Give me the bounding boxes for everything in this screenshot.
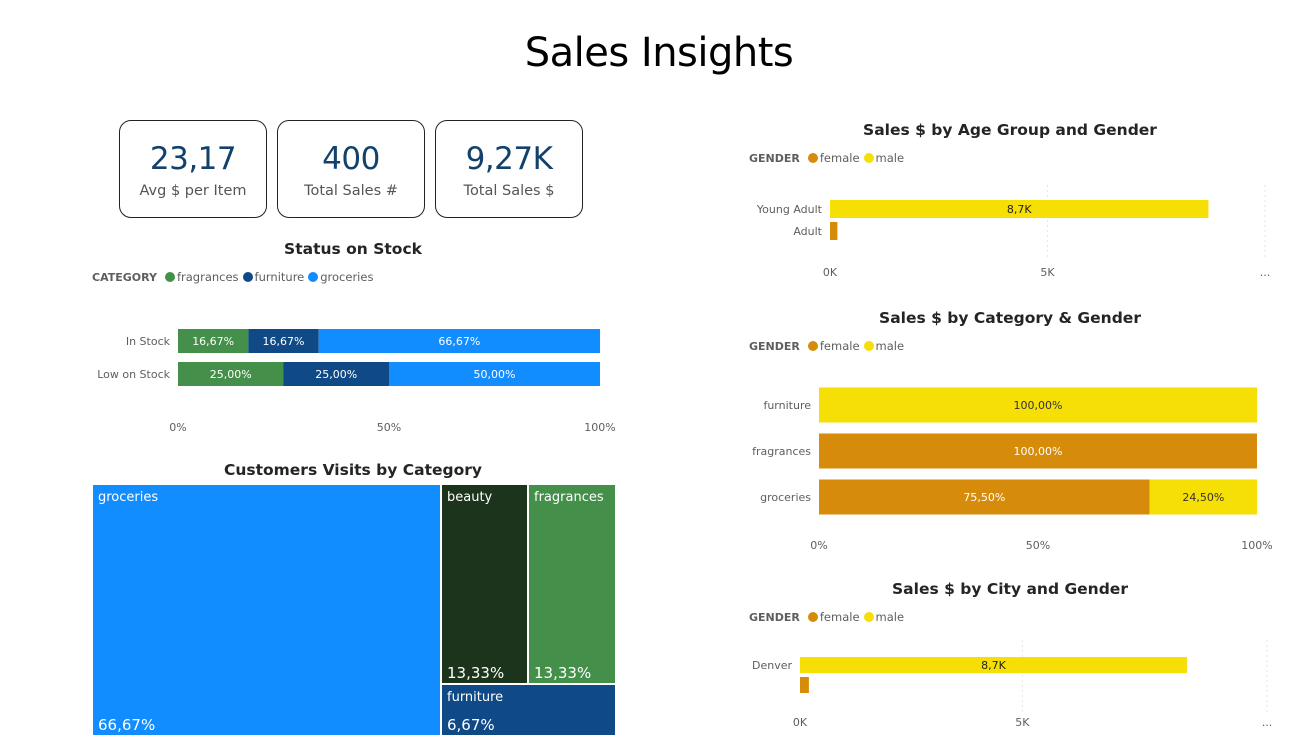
city-chart: 0K 5K ... Denver 8,7K [752, 640, 1272, 729]
legend-label: female [819, 339, 860, 353]
category-chart-title: Sales $ by Category & Gender [879, 309, 1141, 327]
city-x-tick: 0K [793, 716, 808, 729]
legend-label: female [819, 151, 860, 165]
stock-data-label: 50,00% [474, 368, 516, 381]
age-x-tick: 0K [823, 266, 838, 279]
kpi-label: Total Sales # [304, 183, 398, 199]
stock-chart-title: Status on Stock [284, 240, 422, 258]
category-x-tick: 0% [810, 539, 827, 552]
tile-value: 6,67% [447, 716, 495, 734]
legend-title: GENDER [749, 151, 800, 165]
legend-item-fragrances[interactable]: fragrances [164, 270, 239, 284]
category-y-tick: fragrances [752, 445, 811, 458]
stock-x-tick: 100% [584, 421, 615, 434]
legend-item-furniture[interactable]: furniture [242, 270, 305, 284]
tile-value: 13,33% [447, 664, 505, 682]
age-y-tick: Young Adult [756, 203, 823, 216]
city-chart-title: Sales $ by City and Gender [892, 580, 1128, 598]
city-x-tick: ... [1262, 716, 1273, 729]
stock-data-label: 25,00% [210, 368, 252, 381]
legend-dot [164, 272, 175, 282]
legend-dot [308, 272, 319, 282]
legend-item-male[interactable]: male [863, 610, 905, 624]
age-chart-title: Sales $ by Age Group and Gender [863, 121, 1157, 139]
legend-label: male [875, 610, 905, 624]
legend-title: CATEGORY [92, 270, 157, 284]
visits-chart-title: Customers Visits by Category [223, 461, 483, 479]
stock-data-label: 25,00% [315, 368, 357, 381]
legend-dot [863, 153, 874, 163]
tile-label: furniture [447, 690, 504, 705]
category-data-label: 24,50% [1182, 491, 1224, 504]
treemap-tile-beauty[interactable]: beauty 13,33% [441, 484, 528, 684]
legend-item-male[interactable]: male [863, 151, 905, 165]
legend-item-male[interactable]: male [863, 339, 905, 353]
city-chart-legend: GENDER female male [749, 610, 908, 624]
legend-dot [807, 612, 818, 622]
legend-dot [807, 341, 818, 351]
legend-item-groceries[interactable]: groceries [308, 270, 373, 284]
kpi-card-avg-per-item[interactable]: 23,17 Avg $ per Item [119, 120, 267, 218]
age-data-label: 8,7K [1007, 203, 1032, 216]
age-x-tick: ... [1260, 266, 1271, 279]
legend-label: fragrances [176, 270, 239, 284]
category-y-tick: groceries [760, 491, 811, 504]
category-x-tick: 50% [1026, 539, 1050, 552]
tile-label: groceries [98, 490, 159, 505]
tile-label: beauty [447, 490, 493, 505]
kpi-value: 400 [322, 141, 380, 177]
stock-chart-legend: CATEGORY fragrances furniture groceries [92, 270, 377, 284]
category-x-tick: 100% [1241, 539, 1272, 552]
age-y-tick: Adult [793, 225, 822, 238]
treemap-tile-fragrances[interactable]: fragrances 13,33% [528, 484, 616, 684]
age-x-tick: 5K [1040, 266, 1055, 279]
legend-label: furniture [254, 270, 305, 284]
legend-label: groceries [320, 270, 374, 284]
category-data-label: 100,00% [1014, 445, 1063, 458]
kpi-card-total-sales-count[interactable]: 400 Total Sales # [277, 120, 425, 218]
category-data-label: 100,00% [1014, 399, 1063, 412]
legend-title: GENDER [749, 610, 800, 624]
category-data-label: 75,50% [963, 491, 1005, 504]
stock-y-tick: In Stock [126, 335, 171, 348]
category-y-tick: furniture [763, 399, 811, 412]
kpi-label: Total Sales $ [463, 183, 555, 199]
legend-title: GENDER [749, 339, 800, 353]
kpi-card-total-sales-amount[interactable]: 9,27K Total Sales $ [435, 120, 583, 218]
visits-treemap: groceries 66,67% beauty 13,33% fragrance… [92, 484, 616, 736]
age-chart-legend: GENDER female male [749, 151, 908, 165]
kpi-value: 23,17 [149, 141, 237, 177]
tile-label: fragrances [534, 490, 604, 505]
stock-data-label: 66,67% [438, 335, 480, 348]
legend-item-female[interactable]: female [807, 339, 860, 353]
legend-label: female [819, 610, 860, 624]
legend-label: male [875, 339, 905, 353]
stock-data-label: 16,67% [192, 335, 234, 348]
stock-x-tick: 0% [169, 421, 186, 434]
legend-item-female[interactable]: female [807, 610, 860, 624]
kpi-label: Avg $ per Item [139, 183, 247, 199]
legend-dot [863, 341, 874, 351]
legend-dot [242, 272, 253, 282]
treemap-tile-furniture[interactable]: furniture 6,67% [441, 684, 616, 736]
legend-dot [807, 153, 818, 163]
legend-dot [863, 612, 874, 622]
city-y-tick: Denver [752, 659, 792, 672]
stock-data-label: 16,67% [263, 335, 305, 348]
kpi-value: 9,27K [465, 141, 553, 177]
tile-value: 13,33% [534, 664, 592, 682]
category-chart-legend: GENDER female male [749, 339, 908, 353]
stock-x-tick: 50% [377, 421, 401, 434]
legend-item-female[interactable]: female [807, 151, 860, 165]
stock-y-tick: Low on Stock [97, 368, 170, 381]
city-bar-female [800, 677, 809, 693]
legend-label: male [875, 151, 905, 165]
age-bar-female [830, 222, 838, 240]
city-data-label: 8,7K [981, 659, 1006, 672]
page-title: Sales Insights [524, 30, 794, 76]
city-x-tick: 5K [1015, 716, 1030, 729]
treemap-tile-groceries[interactable]: groceries 66,67% [92, 484, 441, 736]
tile-value: 66,67% [98, 716, 156, 734]
